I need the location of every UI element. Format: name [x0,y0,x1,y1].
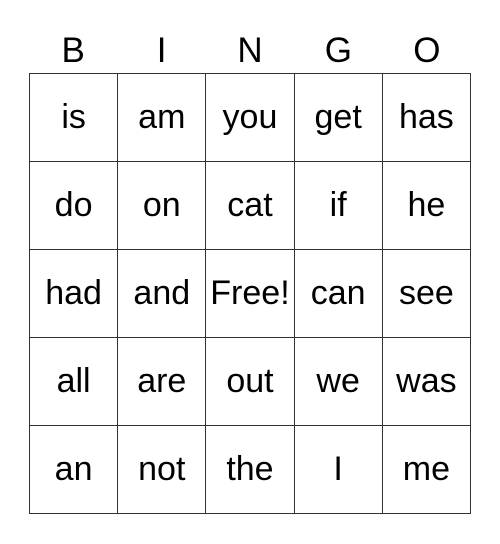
bingo-cell: cat [205,161,295,250]
bingo-cell: all [28,337,119,426]
bingo-row: do on cat if he [28,161,472,250]
bingo-cell: has [381,73,472,162]
bingo-cell: had [28,249,119,338]
bingo-cell: and [117,249,207,338]
bingo-cell: you [205,73,295,162]
bingo-cell: me [381,425,472,514]
bingo-header: BINGO [29,30,471,72]
bingo-cell: not [117,425,207,514]
bingo-cell: am [117,73,207,162]
bingo-cell: can [293,249,383,338]
bingo-cell: if [293,161,383,250]
header-letter: O [413,31,441,70]
bingo-cell: see [381,249,472,338]
free-space-cell: Free! [205,249,295,338]
bingo-row: is am you get has [28,73,472,162]
header-letter: I [156,31,167,70]
bingo-grid: is am you get has do on cat if he had and Free! can se… [28,73,472,514]
bingo-cell: he [381,161,472,250]
bingo-cell: are [117,337,207,426]
bingo-cell: out [205,337,295,426]
bingo-cell: was [381,337,472,426]
bingo-cell: get [293,73,383,162]
header-letter: B [61,31,85,70]
bingo-cell: we [293,337,383,426]
bingo-cell: on [117,161,207,250]
bingo-row: had and Free! can see [28,249,472,338]
bingo-row: all are out we was [28,337,472,426]
bingo-row: an not the Ime [28,425,472,514]
header-letter: N [237,31,263,70]
bingo-cell: I [293,425,383,514]
header-letter: G [324,31,353,70]
bingo-cell: do [28,161,119,250]
bingo-cell: the [205,425,295,514]
bingo-cell: is [28,73,119,162]
bingo-cell: an [28,425,119,514]
